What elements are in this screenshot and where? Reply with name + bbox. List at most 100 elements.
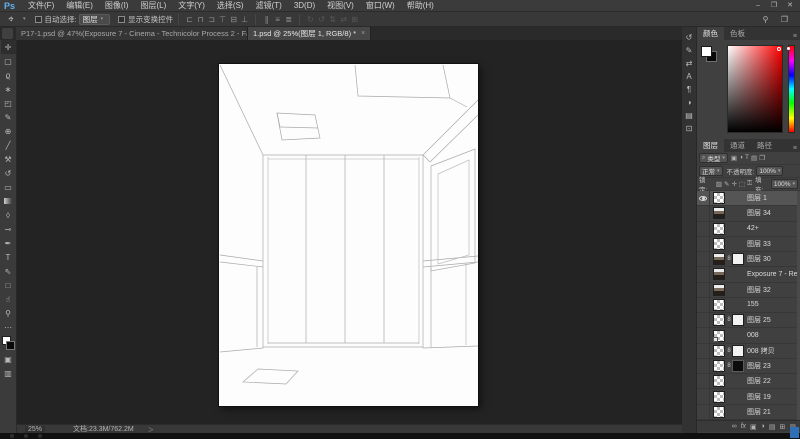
hue-slider-handle[interactable] <box>787 47 790 50</box>
layer-mask-thumbnail[interactable] <box>732 360 744 372</box>
layer-thumbnail[interactable] <box>713 238 725 250</box>
layer-row[interactable]: 图层 32 <box>697 283 800 298</box>
brush-settings-icon[interactable]: ✎ <box>683 44 696 57</box>
type-tool[interactable]: T <box>1 250 16 264</box>
menu-item[interactable]: 文字(Y) <box>172 0 211 12</box>
menu-item[interactable]: 帮助(H) <box>401 0 440 12</box>
crop-tool[interactable]: ◰ <box>1 96 16 110</box>
pen-tool[interactable]: ✒ <box>1 236 16 250</box>
menu-item[interactable]: 文件(F) <box>22 0 60 12</box>
tab-close-icon[interactable]: × <box>361 30 365 37</box>
3d-pan-icon[interactable]: ⇅ <box>327 15 338 24</box>
blur-tool[interactable]: ◊ <box>1 208 16 222</box>
layer-thumbnail[interactable] <box>713 223 725 235</box>
healing-brush-tool[interactable]: ⊕ <box>1 124 16 138</box>
background-color-swatch[interactable] <box>6 341 15 350</box>
layer-name[interactable]: 图层 34 <box>747 208 771 218</box>
taskbar-icon[interactable] <box>10 434 14 438</box>
color-swatches[interactable] <box>701 46 719 64</box>
taskbar-icon[interactable] <box>38 434 42 438</box>
layer-thumbnail[interactable] <box>713 391 725 403</box>
align-left-icon[interactable]: ⊏ <box>184 15 195 24</box>
layer-row[interactable]: 图层 33 <box>697 237 800 252</box>
layer-thumbnail[interactable] <box>713 253 725 265</box>
visibility-toggle[interactable] <box>697 237 710 251</box>
layer-row[interactable]: 008 <box>697 328 800 343</box>
panel-tab[interactable]: 路径 <box>751 139 778 152</box>
screen-mode-button[interactable]: ▥ <box>1 366 16 380</box>
3d-rotate-icon[interactable]: ↻ <box>305 15 316 24</box>
clone-stamp-tool[interactable]: ⚒ <box>1 152 16 166</box>
layer-thumbnail[interactable] <box>713 192 725 204</box>
lock-pixels-icon[interactable]: ✎ <box>724 180 729 188</box>
canvas-document[interactable] <box>219 64 478 406</box>
panel-tab[interactable]: 颜色 <box>697 27 724 40</box>
lasso-tool[interactable]: ϱ <box>1 68 16 82</box>
foreground-color-mini[interactable] <box>701 46 712 57</box>
layer-name[interactable]: 图层 22 <box>747 376 771 386</box>
layer-thumbnail[interactable] <box>713 284 725 296</box>
dodge-tool[interactable]: ⊸ <box>1 222 16 236</box>
panel-menu-icon[interactable]: ≡ <box>793 33 800 40</box>
eyedropper-tool[interactable]: ✎ <box>1 110 16 124</box>
distribute-h-icon[interactable]: ∥ <box>261 15 272 24</box>
move-tool[interactable]: ✛ <box>1 40 16 54</box>
layer-thumbnail[interactable] <box>713 207 725 219</box>
shape-tool[interactable]: □ <box>1 278 16 292</box>
menu-item[interactable]: 3D(D) <box>288 0 321 12</box>
filter-type-icon[interactable]: T <box>745 154 749 162</box>
visibility-toggle[interactable] <box>697 405 710 419</box>
layer-thumbnail[interactable] <box>713 360 725 372</box>
panel-menu-icon[interactable]: ≡ <box>793 145 800 152</box>
layer-row[interactable]: 图层 21 <box>697 405 800 420</box>
visibility-toggle[interactable] <box>697 313 710 327</box>
canvas-area[interactable] <box>17 40 682 425</box>
layer-row[interactable]: 8 图层 30 <box>697 252 800 267</box>
adjustments-icon[interactable]: ◑ <box>683 96 696 109</box>
layer-name[interactable]: 图层 21 <box>747 407 771 417</box>
layer-row[interactable]: 8 图层 25 <box>697 313 800 328</box>
menu-item[interactable]: 窗口(W) <box>360 0 401 12</box>
layer-row[interactable]: 42+ <box>697 222 800 237</box>
styles-icon[interactable]: ▤ <box>683 109 696 122</box>
filter-pixel-icon[interactable]: ▣ <box>731 154 737 162</box>
visibility-toggle[interactable] <box>697 267 710 281</box>
zoom-tool[interactable]: ⚲ <box>1 306 16 320</box>
layer-row[interactable]: 图层 34 <box>697 206 800 221</box>
visibility-toggle[interactable] <box>697 328 710 342</box>
layer-style-icon[interactable]: fx <box>741 423 746 430</box>
fill-dropdown[interactable]: 100%▾ <box>771 179 798 189</box>
visibility-toggle[interactable] <box>697 206 710 220</box>
saturation-brightness-picker[interactable] <box>727 45 783 133</box>
search-icon[interactable]: ⚲ <box>760 15 771 24</box>
foreground-background-swatches[interactable] <box>1 336 16 352</box>
quick-selection-tool[interactable]: ∗ <box>1 82 16 96</box>
menu-item[interactable]: 图层(L) <box>134 0 172 12</box>
minimize-button[interactable]: – <box>751 1 765 11</box>
panel-tab[interactable]: 图层 <box>697 139 724 152</box>
panel-tab[interactable]: 通道 <box>724 139 751 152</box>
brush-tool[interactable]: ╱ <box>1 138 16 152</box>
visibility-toggle[interactable] <box>697 252 710 266</box>
new-group-icon[interactable]: ▤ <box>769 423 776 431</box>
clone-source-icon[interactable]: ⊡ <box>683 122 696 135</box>
layer-thumbnail[interactable] <box>713 375 725 387</box>
layer-name[interactable]: 008 <box>747 332 759 339</box>
tool-preset-caret[interactable]: ▾ <box>23 16 26 22</box>
layer-name[interactable]: 008 拷贝 <box>747 346 775 356</box>
zoom-level-field[interactable]: 25% <box>25 426 45 433</box>
link-layers-icon[interactable]: ∞ <box>732 423 737 430</box>
layer-thumbnail[interactable] <box>713 330 725 342</box>
lock-artboard-icon[interactable]: ⬚ <box>739 180 745 188</box>
hand-tool[interactable]: ☝ <box>1 292 16 306</box>
layer-name[interactable]: Exposure 7 - Recently Use... <box>747 271 800 278</box>
marquee-tool[interactable]: ▢ <box>1 54 16 68</box>
visibility-toggle[interactable] <box>697 344 710 358</box>
gradient-tool[interactable] <box>1 194 16 208</box>
layer-row[interactable]: 8 008 拷贝 <box>697 344 800 359</box>
distribute-v-icon[interactable]: ≡ <box>272 15 283 24</box>
history-brush-tool[interactable]: ↺ <box>1 166 16 180</box>
visibility-toggle[interactable] <box>697 359 710 373</box>
visibility-toggle[interactable] <box>697 298 710 312</box>
layer-row[interactable]: 图层 22 <box>697 374 800 389</box>
